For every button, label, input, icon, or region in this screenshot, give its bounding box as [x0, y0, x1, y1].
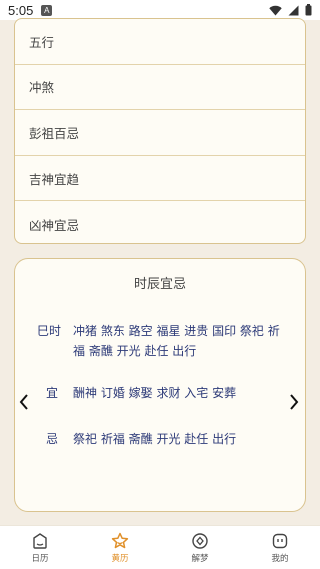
notification-badge: A: [41, 4, 53, 16]
list-item-label: 冲煞: [29, 80, 55, 96]
list-item-jishen[interactable]: 吉神宜趋: [15, 156, 305, 202]
star-icon: [111, 532, 129, 548]
shichen-ji-text: 祭祀 祈福 斋醮 开光 赴任 出行: [73, 432, 237, 446]
battery-icon: [305, 4, 312, 16]
list-item-label: 凶神宜忌: [29, 217, 80, 233]
tab-almanac[interactable]: 黄历: [80, 526, 160, 569]
tab-profile[interactable]: 我的: [240, 526, 320, 569]
shichen-ji-label: 忌: [45, 432, 58, 446]
list-item-chongsha[interactable]: 冲煞: [15, 65, 305, 111]
status-time: 5:05: [8, 2, 34, 18]
wifi-icon: [269, 5, 282, 15]
calendar-icon: [33, 532, 47, 549]
profile-icon: [272, 533, 288, 548]
tab-label: 我的: [271, 553, 289, 564]
list-item-label: 五行: [29, 34, 55, 50]
shichen-yi-label: 宜: [45, 386, 58, 400]
list-item-label: 彭祖百忌: [29, 125, 80, 141]
shichen-card: 时辰宜忌 巳时 冲猪 煞东 路空 福星 进贵 国印 祭祀 祈福 斋醮 开光 赴任…: [14, 258, 306, 512]
signal-icon: [288, 5, 299, 15]
list-item-wuxing[interactable]: 五行: [15, 19, 305, 65]
tab-dream[interactable]: 解梦: [160, 526, 240, 569]
status-bar: 5:05 A: [0, 0, 320, 20]
list-item-pengzu[interactable]: 彭祖百忌: [15, 110, 305, 156]
shichen-yi-row: 宜 酬神 订婚 嫁娶 求财 入宅 安葬: [37, 383, 287, 403]
status-icons: [269, 4, 312, 16]
info-list-card: 五行 冲煞 彭祖百忌 吉神宜趋 凶神宜忌: [14, 18, 306, 244]
tab-label: 日历: [31, 553, 49, 564]
chevron-left-icon: [19, 394, 28, 410]
shichen-hour-row: 巳时 冲猪 煞东 路空 福星 进贵 国印 祭祀 祈福 斋醮 开光 赴任 出行: [37, 321, 287, 361]
tab-calendar[interactable]: 日历: [0, 526, 80, 569]
shichen-ji-row: 忌 祭祀 祈福 斋醮 开光 赴任 出行: [37, 429, 287, 449]
shichen-yi-text: 酬神 订婚 嫁娶 求财 入宅 安葬: [73, 386, 237, 400]
shichen-hour-label: 巳时: [37, 324, 62, 338]
next-hour-button[interactable]: [286, 392, 302, 412]
prev-hour-button[interactable]: [16, 392, 32, 412]
bottom-tab-bar: 日历 黄历 解梦 我的: [0, 525, 320, 569]
chevron-right-icon: [290, 394, 299, 410]
tab-label: 解梦: [191, 553, 209, 564]
shichen-title: 时辰宜忌: [133, 277, 186, 292]
dream-icon: [192, 532, 208, 549]
tab-label: 黄历: [111, 553, 129, 564]
shichen-hour-text: 冲猪 煞东 路空 福星 进贵 国印 祭祀 祈福 斋醮 开光 赴任 出行: [73, 324, 280, 358]
list-item-label: 吉神宜趋: [29, 171, 80, 187]
list-item-xiongshen[interactable]: 凶神宜忌: [15, 201, 305, 243]
